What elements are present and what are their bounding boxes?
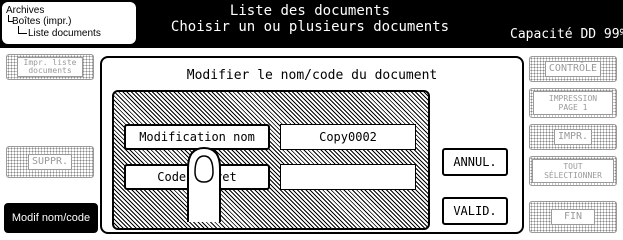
secret-code-field[interactable] — [280, 164, 416, 190]
delete-label: SUPPR. — [27, 154, 73, 170]
delete-button[interactable]: SUPPR. — [6, 146, 94, 178]
hatched-field-panel: Modification nom Copy0002 Code secret — [112, 90, 430, 230]
cancel-label: ANNUL. — [453, 155, 497, 169]
check-button[interactable]: CONTRÔLE — [529, 56, 617, 82]
print-page1-label: IMPRESSION PAGE 1 — [533, 91, 613, 115]
disk-capacity: Capacité DD 99% — [510, 27, 623, 42]
cancel-button[interactable]: ANNUL. — [442, 148, 508, 176]
end-label: FIN — [550, 209, 596, 225]
rename-dialog: Modifier le nom/code du document Modific… — [100, 56, 524, 234]
modify-name-code-button[interactable]: Modif nom/code — [4, 203, 98, 233]
breadcrumb-archives: Archives — [6, 5, 45, 16]
breadcrumb-boxes: Boîtes (impr.) — [12, 16, 72, 27]
copier-screen: Archives Boîtes (impr.) Liste documents … — [0, 0, 623, 239]
end-button[interactable]: FIN — [529, 201, 617, 233]
document-name-value: Copy0002 — [319, 130, 377, 144]
check-label: CONTRÔLE — [544, 61, 602, 77]
document-name-field[interactable]: Copy0002 — [280, 124, 416, 150]
print-list-label: Impr. liste documents — [17, 57, 83, 77]
print-list-button[interactable]: Impr. liste documents — [6, 54, 94, 80]
select-all-button[interactable]: TOUT SÉLECTIONNER — [529, 156, 617, 186]
breadcrumb-document-list: Liste documents — [28, 28, 101, 39]
modify-name-code-label: Modif nom/code — [11, 212, 91, 224]
finger-pointer-icon — [187, 146, 221, 222]
print-button[interactable]: IMPR. — [529, 124, 617, 150]
breadcrumb[interactable]: Archives Boîtes (impr.) Liste documents — [2, 2, 136, 44]
edit-name-label: Modification nom — [139, 130, 255, 144]
page-subtitle: Choisir un ou plusieurs documents — [170, 19, 450, 35]
validate-button[interactable]: VALID. — [442, 197, 508, 225]
validate-label: VALID. — [453, 204, 497, 218]
page-title: Liste des documents — [229, 3, 391, 19]
header-bar: Archives Boîtes (impr.) Liste documents … — [0, 0, 623, 48]
tree-connector — [18, 26, 27, 34]
select-all-label: TOUT SÉLECTIONNER — [532, 159, 614, 183]
print-label: IMPR. — [553, 129, 593, 145]
dialog-title: Modifier le nom/code du document — [186, 68, 438, 83]
print-page1-button[interactable]: IMPRESSION PAGE 1 — [529, 88, 617, 118]
